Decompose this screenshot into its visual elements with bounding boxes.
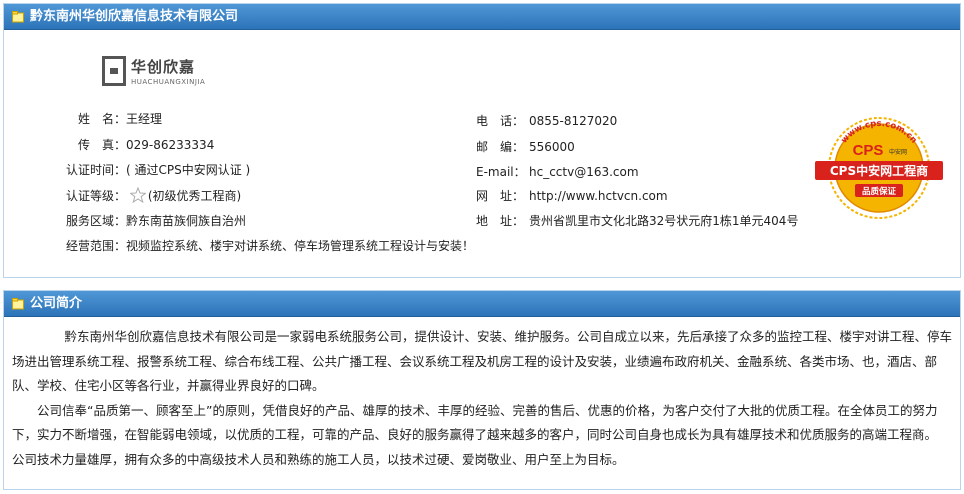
field-address: 地 址： 贵州省凯里市文化北路32号状元府1栋1单元404号 xyxy=(476,212,798,230)
field-label: 服务区域： xyxy=(66,214,127,228)
logo-mark-icon xyxy=(102,56,126,86)
field-label: 认证时间： xyxy=(66,163,127,177)
company-panel-header: 黔东南州华创欣嘉信息技术有限公司 xyxy=(4,4,960,30)
logo-text-cn: 华创欣嘉 xyxy=(131,58,196,76)
field-value: (初级优秀工程商) xyxy=(147,189,242,203)
field-value: 0855-8127020 xyxy=(529,114,618,128)
badge-ribbon-text: CPS中安网工程商 xyxy=(830,163,928,178)
field-label: 电 话： xyxy=(476,114,525,128)
folder-icon xyxy=(12,11,24,23)
field-value[interactable]: hc_cctv@163.com xyxy=(529,165,639,179)
intro-paragraph: 公司信奉“品质第一、顾客至上”的原则，凭借良好的产品、雄厚的技术、丰厚的经验、完… xyxy=(12,402,938,467)
website-link[interactable]: http://www.hctvcn.com xyxy=(529,189,668,203)
field-service-area: 服务区域：黔东南苗族侗族自治州 xyxy=(66,212,246,230)
field-value: ( 通过CPS中安网认证 ) xyxy=(126,163,251,177)
logo-text-en: HUACHUANGXINJIA xyxy=(131,78,206,86)
field-label: 认证等级： xyxy=(66,189,127,203)
company-panel-title: 黔东南州华创欣嘉信息技术有限公司 xyxy=(30,9,239,24)
company-logo: 华创欣嘉 HUACHUANGXINJIA xyxy=(102,54,205,94)
field-label: 网 址： xyxy=(476,189,525,203)
badge-cps-small-text: 中安网 xyxy=(889,148,907,156)
field-email: E-mail： hc_cctv@163.com xyxy=(476,163,639,181)
field-postcode: 邮 编： 556000 xyxy=(476,138,575,156)
cps-quality-badge[interactable]: www.cps.com.cn CPS 中安网 CPS中安网工程商 品质保证 xyxy=(815,112,943,224)
star-icon xyxy=(129,187,146,203)
intro-panel-header: 公司简介 xyxy=(4,291,960,317)
company-intro-panel: 公司简介 黔东南州华创欣嘉信息技术有限公司是一家弱电系统服务公司，提供设计、安装… xyxy=(3,290,961,490)
field-value: 556000 xyxy=(529,140,575,154)
field-value: 029-86233334 xyxy=(126,138,215,152)
field-label: 地 址： xyxy=(476,214,525,228)
field-label: 邮 编： xyxy=(476,140,525,154)
field-value: 贵州省凯里市文化北路32号状元府1栋1单元404号 xyxy=(529,214,799,228)
field-label: 姓 名： xyxy=(78,112,127,126)
intro-paragraph: 黔东南州华创欣嘉信息技术有限公司是一家弱电系统服务公司，提供设计、安装、维护服务… xyxy=(12,329,953,393)
folder-icon xyxy=(12,298,24,310)
field-value: 黔东南苗族侗族自治州 xyxy=(126,214,247,228)
intro-body: 黔东南州华创欣嘉信息技术有限公司是一家弱电系统服务公司，提供设计、安装、维护服务… xyxy=(12,325,952,472)
field-business-scope: 经营范围：视频监控系统、楼宇对讲系统、停车场管理系统工程设计与安装！ xyxy=(66,237,474,255)
badge-bottom-text: 品质保证 xyxy=(862,186,897,197)
field-value: 视频监控系统、楼宇对讲系统、停车场管理系统工程设计与安装！ xyxy=(126,239,475,253)
field-cert-time: 认证时间：( 通过CPS中安网认证 ) xyxy=(66,161,250,179)
company-info-panel: 黔东南州华创欣嘉信息技术有限公司 华创欣嘉 HUACHUANGXINJIA 姓 … xyxy=(3,3,961,278)
field-contact-name: 姓 名：王经理 xyxy=(78,110,162,128)
field-website: 网 址： http://www.hctvcn.com xyxy=(476,187,668,205)
field-label: 传 真： xyxy=(78,138,127,152)
badge-cps-text: CPS xyxy=(853,142,884,159)
field-fax: 传 真：029-86233334 xyxy=(78,136,214,154)
field-label: 经营范围： xyxy=(66,239,127,253)
field-label: E-mail： xyxy=(476,165,526,179)
field-phone: 电 话： 0855-8127020 xyxy=(476,112,617,130)
field-cert-level: 认证等级： (初级优秀工程商) xyxy=(66,187,241,205)
field-value: 王经理 xyxy=(126,112,163,126)
intro-panel-title: 公司简介 xyxy=(30,296,83,311)
